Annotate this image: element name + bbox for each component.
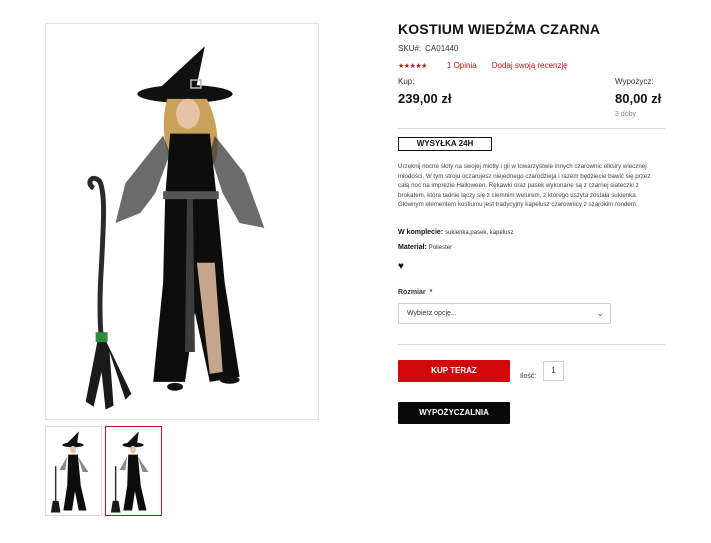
thumbnail-1[interactable] [45, 426, 102, 516]
buy-now-button[interactable]: KUP TERAZ [398, 360, 510, 382]
witch-thumbnail-photo [106, 427, 161, 515]
reviews-link[interactable]: 1 Opinia [447, 61, 477, 70]
kit-label: W komplecie: [398, 229, 444, 236]
witch-costume-photo [46, 24, 318, 419]
divider [398, 344, 665, 345]
rent-button[interactable]: WYPOŻYCZALNIA [398, 402, 510, 424]
product-description: Urzeknij nocne słoty na swojej miotły i … [398, 163, 651, 208]
witch-thumbnail-photo [46, 427, 101, 515]
material-info: Materiał: Poliester [398, 244, 452, 251]
material-value: Poliester [428, 245, 453, 251]
sku-label: SKU#: [398, 44, 422, 53]
rent-price-label: Wypożycz: [615, 77, 654, 86]
chevron-down-icon: ⌄ [596, 308, 604, 318]
product-title: KOSTIUM WIEDŹMA CZARNA [398, 21, 601, 37]
kit-value: sukienka,pasek, kapelusz [445, 230, 514, 236]
buy-price-label: Kup: [398, 77, 415, 86]
material-label: Materiał: [398, 244, 427, 251]
size-label-text: Rozmiar [398, 289, 426, 296]
rating-stars-icon: ★★★★★ [398, 62, 427, 70]
thumbnail-2[interactable] [105, 426, 162, 516]
sku-value: CA01440 [425, 44, 459, 53]
rating-row: ★★★★★ 1 Opinia Dodaj swoją recenzję [398, 61, 568, 70]
rent-period: 3 doby [615, 111, 637, 118]
add-review-link[interactable]: Dodaj swoją recenzję [492, 61, 568, 70]
size-select[interactable]: Wybierz opcję... ⌄ [398, 303, 611, 324]
quantity-input[interactable]: 1 [543, 361, 564, 381]
size-label: Rozmiar * [398, 289, 432, 296]
heart-icon[interactable]: ♥ [398, 262, 404, 272]
sku: SKU#: CA01440 [398, 44, 458, 53]
kit-info: W komplecie: sukienka,pasek, kapelusz [398, 229, 513, 236]
rent-price: 80,00 zł [615, 91, 662, 106]
buy-price: 239,00 zł [398, 91, 452, 106]
shipping-badge: WYSYŁKA 24H [398, 137, 492, 151]
divider [398, 128, 665, 129]
quantity-label: Ilość: [520, 373, 537, 380]
size-select-value: Wybierz opcję... [407, 310, 457, 317]
product-main-image[interactable] [45, 23, 319, 420]
required-mark: * [429, 289, 433, 296]
